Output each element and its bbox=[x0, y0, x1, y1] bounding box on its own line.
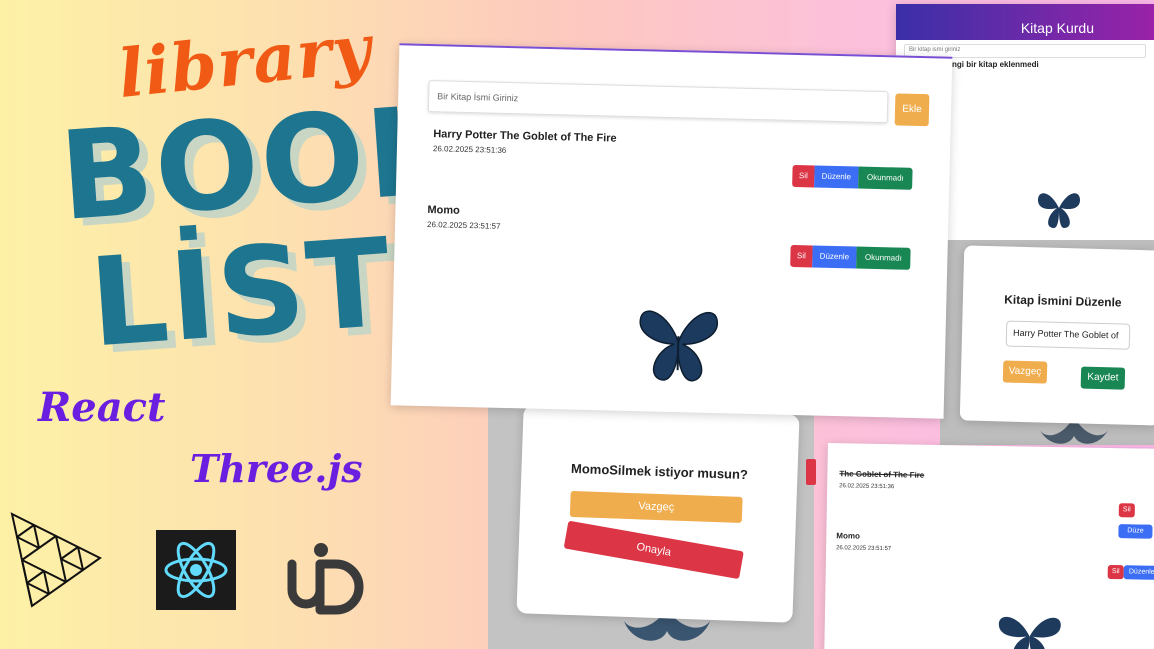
book-title: Momo bbox=[427, 204, 460, 217]
butterfly-icon bbox=[1038, 193, 1080, 228]
edit-button[interactable]: Düzenle bbox=[812, 245, 857, 269]
add-book-button[interactable]: Ekle bbox=[894, 93, 930, 127]
cancel-edit-button[interactable]: Vazgeç bbox=[1002, 360, 1048, 384]
book-title: Momo bbox=[836, 531, 860, 541]
book-title: The Goblet of The Fire bbox=[839, 469, 925, 480]
edit-button[interactable]: Düze bbox=[1118, 524, 1153, 539]
delete-button[interactable]: Sil bbox=[790, 244, 813, 268]
confirm-delete-button[interactable]: Onayla bbox=[563, 520, 744, 580]
cancel-delete-button[interactable]: Vazgeç bbox=[569, 490, 743, 523]
main-app-panel: Bir Kitap İsmi Giriniz Ekle Harry Potter… bbox=[390, 43, 953, 419]
delete-button-partial bbox=[806, 459, 816, 485]
delete-button[interactable]: Sil bbox=[1118, 503, 1135, 518]
butterfly-icon bbox=[639, 310, 718, 382]
app-title: Kitap Kurdu bbox=[1020, 20, 1094, 36]
butterfly-icon bbox=[998, 616, 1061, 649]
edit-modal: Kitap İsmini Düzenle Harry Potter The Go… bbox=[959, 245, 1154, 426]
delete-confirm-modal: MomoSilmek istiyor musun? Vazgeç Onayla bbox=[516, 405, 800, 623]
book-date: 26.02.2025 23:51:36 bbox=[432, 144, 507, 155]
react-logo-icon bbox=[156, 530, 236, 610]
list-heading: LİST bbox=[85, 211, 397, 375]
react-label: React bbox=[38, 384, 166, 431]
edit-button[interactable]: Düzenle bbox=[814, 165, 859, 189]
app-header: Kitap Kurdu bbox=[896, 4, 1154, 40]
delete-button[interactable]: Sil bbox=[792, 164, 815, 188]
edit-button[interactable]: Düzenle bbox=[1123, 565, 1154, 580]
delete-button[interactable]: Sil bbox=[1107, 564, 1124, 580]
read-status-button[interactable]: Okunmadı bbox=[858, 166, 913, 190]
book-search-input[interactable]: Bir Kitap İsmi Giriniz bbox=[427, 80, 889, 124]
edit-modal-title: Kitap İsmini Düzenle bbox=[1004, 292, 1122, 310]
uid-logo-icon bbox=[287, 543, 364, 615]
read-status-button[interactable]: Okunmadı bbox=[856, 246, 911, 270]
book-date: 26.02.2025 23:51:57 bbox=[836, 545, 892, 553]
edit-book-name-input[interactable]: Harry Potter The Goblet of bbox=[1005, 320, 1131, 350]
book-date: 26.02.2025 23:51:57 bbox=[426, 220, 501, 231]
save-edit-button[interactable]: Kaydet bbox=[1080, 366, 1126, 390]
book-title: Harry Potter The Goblet of The Fire bbox=[433, 128, 617, 145]
book-date: 26.02.2025 23:51:36 bbox=[839, 483, 895, 491]
bottom-app-panel: The Goblet of The Fire 26.02.2025 23:51:… bbox=[824, 443, 1154, 649]
delete-question: MomoSilmek istiyor musun? bbox=[570, 460, 749, 483]
threejs-logo-icon bbox=[10, 512, 102, 608]
threejs-label: Three.js bbox=[190, 446, 363, 491]
